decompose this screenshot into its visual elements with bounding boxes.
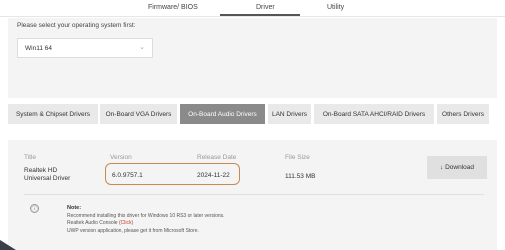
download-button[interactable]: ↓ Download	[427, 156, 487, 179]
divider	[24, 194, 484, 195]
tab-driver[interactable]: Driver	[256, 4, 275, 11]
driver-title-line2: Universal Driver	[24, 175, 71, 182]
tab-onboard-audio-drivers[interactable]: On-Board Audio Drivers	[180, 104, 265, 124]
note-line: UWP version application, please get it f…	[67, 228, 199, 234]
note-text: )	[131, 220, 134, 226]
note-line: Recommend installing this driver for Win…	[67, 213, 225, 219]
os-selector-panel	[8, 18, 497, 98]
tab-lan-drivers[interactable]: LAN Drivers	[268, 104, 311, 124]
driver-file-size: 111.53 MB	[285, 173, 316, 180]
note-line: Realtek Audio Console (Click)	[67, 220, 133, 226]
divider	[0, 16, 505, 17]
info-icon: ⓘ	[30, 204, 39, 213]
chevron-down-icon: ⌄	[139, 44, 145, 51]
os-selected-value: Win11 64	[25, 45, 52, 52]
column-header-file-size: File Size	[285, 154, 310, 161]
click-link[interactable]: Click	[121, 220, 132, 226]
os-prompt-label: Please select your operating system firs…	[17, 22, 136, 29]
tab-onboard-sata-drivers[interactable]: On-Board SATA AHCI/RAID Drivers	[314, 104, 434, 124]
highlight-annotation	[105, 163, 240, 185]
tab-firmware-bios[interactable]: Firmware/ BIOS	[148, 4, 198, 11]
os-select-dropdown[interactable]: Win11 64 ⌄	[17, 38, 153, 58]
corner-decoration	[0, 240, 16, 250]
driver-title: Realtek HD Universal Driver	[24, 167, 70, 183]
note-title: Note:	[67, 205, 82, 211]
tab-onboard-vga-drivers[interactable]: On-Board VGA Drivers	[100, 104, 177, 124]
note-text: Realtek Audio Console (	[67, 220, 121, 226]
tab-utility[interactable]: Utility	[327, 4, 344, 11]
column-header-title: Title	[24, 154, 37, 161]
top-tabs: Firmware/ BIOS Driver Utility	[0, 0, 505, 16]
driver-title-line1: Realtek HD	[24, 167, 58, 174]
column-header-release-date: Release Date	[197, 154, 237, 161]
column-header-version: Version	[110, 154, 132, 161]
tab-others-drivers[interactable]: Others Drivers	[437, 104, 489, 124]
tab-system-chipset-drivers[interactable]: System & Chipset Drivers	[8, 104, 98, 124]
